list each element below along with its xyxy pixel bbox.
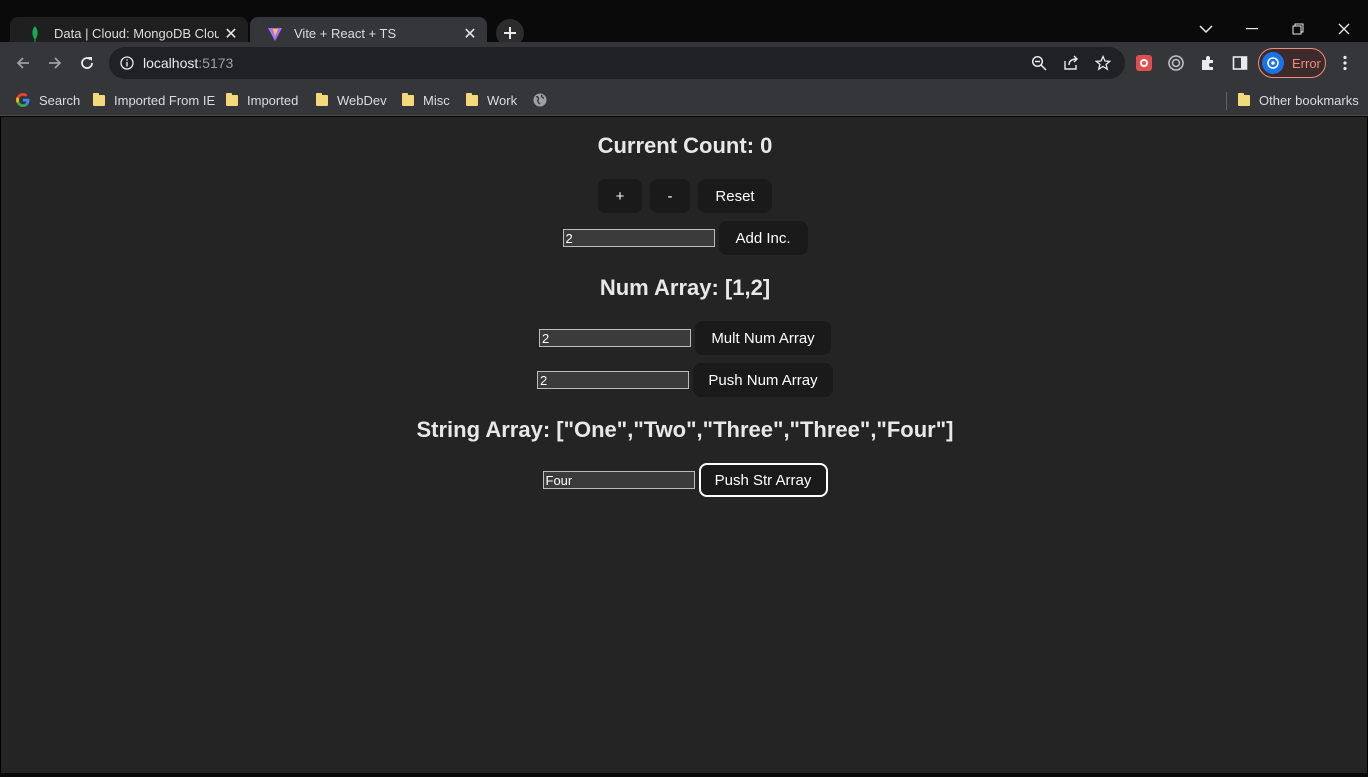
- tab-title: Data | Cloud: MongoDB Cloud: [54, 26, 219, 41]
- page-content: Current Count: 0 + - Reset 2 Add Inc. Nu…: [0, 117, 1368, 773]
- count-heading: Current Count: 0: [597, 133, 773, 158]
- bookmark-imported[interactable]: Imported: [225, 90, 298, 110]
- arrow-right-icon: [49, 57, 62, 69]
- reload-button[interactable]: [75, 51, 99, 75]
- bookmark-label: Imported From IE: [114, 92, 216, 108]
- folder-icon: [315, 93, 329, 107]
- zoom-icon[interactable]: [1031, 55, 1047, 76]
- push-str-row: Four Push Str Array: [1, 463, 1368, 497]
- bookmark-label: Other bookmarks: [1259, 92, 1359, 108]
- folder-icon: [225, 93, 239, 107]
- bookmarks-bar: Search Imported From IE Imported WebDev …: [0, 84, 1368, 116]
- extension-target-icon[interactable]: [1164, 51, 1188, 75]
- bookmark-search[interactable]: Search: [15, 90, 80, 110]
- info-icon[interactable]: [119, 55, 135, 76]
- increment-button[interactable]: +: [598, 179, 642, 213]
- folder-icon: [401, 93, 415, 107]
- bookmark-label: Search: [39, 92, 81, 108]
- bookmark-globe[interactable]: [532, 90, 548, 110]
- increment-input[interactable]: 2: [562, 229, 715, 247]
- profile-error-label: Error: [1292, 55, 1321, 71]
- push-num-array-button[interactable]: Push Num Array: [693, 363, 833, 397]
- folder-icon: [1237, 93, 1251, 107]
- push-str-input[interactable]: Four: [542, 471, 695, 489]
- star-icon[interactable]: [1094, 54, 1112, 76]
- window-bottom-edge: [0, 773, 1368, 777]
- google-icon: [15, 92, 31, 108]
- num-array-heading-row: Num Array: [1,2]: [1, 273, 1368, 303]
- extension-red-icon[interactable]: [1132, 51, 1156, 75]
- count-heading-row: Current Count: 0: [1, 131, 1368, 161]
- bookmark-label: Imported: [247, 92, 299, 108]
- tab-title: Vite + React + TS: [294, 26, 397, 41]
- bookmark-label: Work: [487, 92, 518, 108]
- bookmark-work[interactable]: Work: [465, 90, 517, 110]
- mongodb-leaf-icon: [27, 25, 43, 42]
- bookmark-label: Misc: [423, 92, 450, 108]
- bookmark-other-bookmarks[interactable]: Other bookmarks: [1237, 90, 1359, 110]
- address-bar[interactable]: localhost:5173: [109, 47, 1125, 79]
- share-icon[interactable]: [1063, 55, 1079, 76]
- title-bar: Data | Cloud: MongoDB Cloud ✕ Vite + Rea…: [0, 0, 1368, 50]
- browser-toolbar: localhost:5173 Error: [0, 42, 1368, 84]
- counter-buttons-row: + - Reset: [1, 179, 1368, 213]
- string-array-heading: String Array: ["One","Two","Three","Thre…: [416, 417, 954, 442]
- push-str-array-button[interactable]: Push Str Array: [698, 463, 828, 497]
- bookmark-misc[interactable]: Misc: [401, 90, 450, 110]
- minimize-icon: [1246, 28, 1258, 30]
- plus-icon: [504, 27, 516, 39]
- folder-icon: [92, 93, 106, 107]
- back-button[interactable]: [11, 51, 35, 75]
- sync-icon: [1267, 57, 1279, 69]
- push-num-input[interactable]: 2: [537, 371, 689, 389]
- kebab-menu-icon: [1343, 55, 1347, 71]
- num-array-heading: Num Array: [1,2]: [599, 275, 771, 300]
- avatar: [1262, 52, 1284, 74]
- decrement-button[interactable]: -: [650, 179, 690, 213]
- mult-num-input[interactable]: 2: [539, 329, 691, 347]
- push-num-row: 2 Push Num Array: [1, 363, 1368, 397]
- string-array-heading-row: String Array: ["One","Two","Three","Thre…: [1, 415, 1368, 445]
- mult-num-array-button[interactable]: Mult Num Array: [695, 321, 831, 355]
- bookmark-webdev[interactable]: WebDev: [315, 90, 387, 110]
- close-icon: [1338, 23, 1350, 35]
- profile-error-button[interactable]: Error: [1258, 48, 1326, 78]
- add-inc-button[interactable]: Add Inc.: [718, 221, 808, 255]
- folder-icon: [465, 93, 479, 107]
- bookmark-imported-from-ie[interactable]: Imported From IE: [92, 90, 215, 110]
- menu-button[interactable]: [1333, 51, 1357, 75]
- arrow-left-icon: [16, 57, 29, 69]
- side-panel-icon[interactable]: [1228, 51, 1252, 75]
- add-inc-row: 2 Add Inc.: [1, 221, 1368, 255]
- forward-button[interactable]: [43, 51, 67, 75]
- url-text: localhost:5173: [143, 55, 234, 71]
- restore-icon: [1292, 23, 1304, 35]
- reset-button[interactable]: Reset: [698, 179, 772, 213]
- puzzle-icon[interactable]: [1196, 51, 1220, 75]
- mult-num-row: 2 Mult Num Array: [1, 321, 1368, 355]
- bookmarks-divider: [1226, 92, 1227, 110]
- chevron-down-icon: [1199, 25, 1213, 34]
- reload-icon: [81, 57, 93, 69]
- vite-icon: [267, 26, 283, 42]
- bookmark-label: WebDev: [337, 92, 387, 108]
- globe-icon: [532, 92, 548, 108]
